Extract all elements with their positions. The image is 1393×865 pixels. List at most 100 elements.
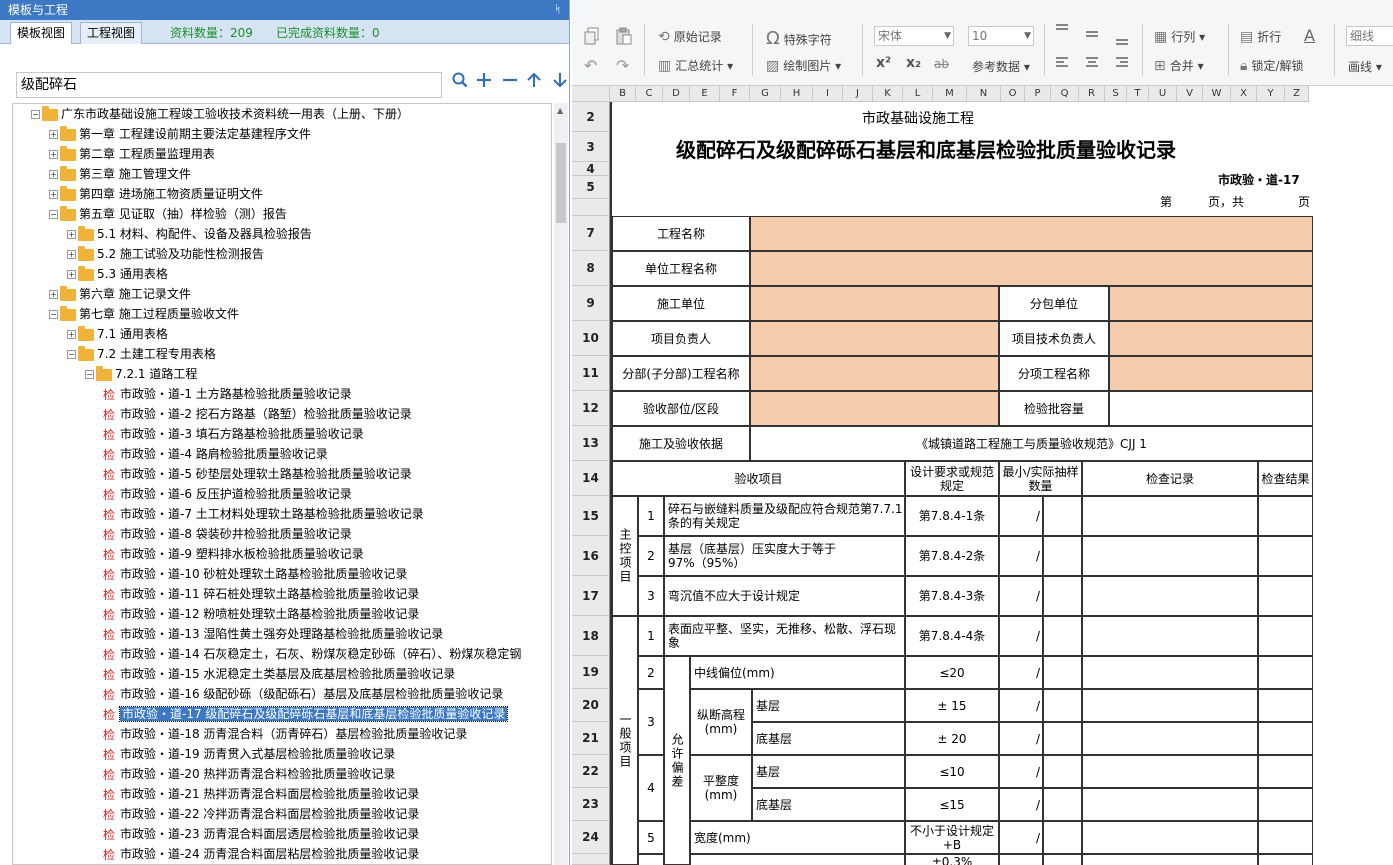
summary-stats-button[interactable]: ▥ 汇总统计 ▾ (658, 57, 733, 74)
column-header[interactable]: N (967, 86, 1001, 102)
tab-project-view[interactable]: 工程视图 (80, 22, 143, 44)
general-item-no[interactable]: 4 (638, 755, 664, 821)
header-result[interactable]: 检查结果 (1258, 461, 1313, 496)
row-header[interactable]: 4 (572, 162, 610, 176)
sample-count-field[interactable]: / (999, 722, 1043, 755)
sheet-corner[interactable] (572, 86, 610, 102)
row-header[interactable]: 23 (572, 788, 610, 821)
arrow-up-icon[interactable] (526, 72, 542, 93)
row-header[interactable]: 10 (572, 321, 610, 356)
check-result-field[interactable] (1258, 496, 1313, 536)
search-icon[interactable] (452, 72, 468, 93)
column-header[interactable]: R (1079, 86, 1105, 102)
row-header[interactable]: 5 (572, 176, 610, 199)
label-batch-capacity[interactable]: 检验批容量 (999, 391, 1109, 426)
tree-item-folder[interactable]: − 7.2 土建工程专用表格 (67, 344, 216, 364)
main-item-desc[interactable]: 碎石与嵌缝料质量及级配应符合规范第7.7.1条的有关规定 (664, 496, 905, 536)
tree-item-form[interactable]: 检市政验・道-8 袋装砂井检验批质量验收记录 (103, 524, 352, 544)
check-record-field[interactable] (1082, 854, 1258, 865)
check-result-field[interactable] (1258, 854, 1313, 865)
column-header[interactable]: T (1127, 86, 1149, 102)
tree-item-folder[interactable]: − 第七章 施工过程质量验收文件 (49, 304, 239, 324)
tree-item-form[interactable]: 检市政验・道-20 热拌沥青混合料检验批质量验收记录 (103, 764, 395, 784)
general-item-spec[interactable]: ± 15 (905, 689, 999, 722)
tree-item-form[interactable]: 检市政验・道-13 湿陷性黄土强夯处理路基检验批质量验收记录 (103, 624, 443, 644)
column-header[interactable]: Z (1285, 86, 1309, 102)
tree-item-form[interactable]: 检市政验・道-5 砂垫层处理软土路基检验批质量验收记录 (103, 464, 412, 484)
general-item-desc[interactable]: 表面应平整、坚实，无推移、松散、浮石现象 (664, 616, 905, 656)
row-header[interactable]: 15 (572, 496, 610, 536)
main-item-no[interactable]: 1 (638, 496, 664, 536)
contractor-field[interactable] (750, 286, 999, 321)
merge-button[interactable]: ⊞ 合并 ▾ (1154, 57, 1204, 74)
column-header[interactable]: G (750, 86, 781, 102)
column-header[interactable]: X (1231, 86, 1257, 102)
align-center-icon[interactable] (1084, 56, 1100, 73)
check-result-field[interactable] (1258, 755, 1313, 788)
expand-icon[interactable]: + (49, 130, 58, 139)
check-record-field[interactable] (1082, 689, 1258, 722)
tree-item-form[interactable]: 检市政验・道-10 砂桩处理软土路基检验批质量验收记录 (103, 564, 407, 584)
align-left-icon[interactable] (1054, 56, 1070, 73)
check-result-field[interactable] (1258, 536, 1313, 576)
column-header[interactable]: L (903, 86, 933, 102)
column-header[interactable]: S (1105, 86, 1127, 102)
sample-count-field[interactable]: / (999, 755, 1043, 788)
tree-item-folder[interactable]: + 第二章 工程质量监理用表 (49, 144, 215, 164)
sample-count-field[interactable] (999, 854, 1043, 865)
column-header[interactable]: D (663, 86, 690, 102)
expand-icon[interactable]: + (67, 230, 76, 239)
sample-actual-field[interactable] (1043, 616, 1082, 656)
main-item-no[interactable]: 3 (638, 576, 664, 616)
location-field[interactable] (750, 391, 999, 426)
check-record-field[interactable] (1082, 722, 1258, 755)
check-result-field[interactable] (1258, 821, 1313, 854)
general-item-no[interactable]: 5 (638, 821, 664, 854)
column-header[interactable]: O (1001, 86, 1025, 102)
label-project-manager[interactable]: 项目负责人 (612, 321, 750, 356)
general-item-no[interactable] (638, 854, 664, 865)
collapse-all-icon[interactable] (502, 72, 518, 93)
special-char-button[interactable]: Ω 特殊字符 (766, 28, 832, 49)
main-items-label[interactable]: 主控项目 (612, 496, 638, 616)
column-header[interactable]: U (1149, 86, 1177, 102)
general-item-no[interactable]: 1 (638, 616, 664, 656)
tree-item-form[interactable]: 检市政验・道-16 级配砂砾（级配砾石）基层及底基层检验批质量验收记录 (103, 684, 503, 704)
check-result-field[interactable] (1258, 689, 1313, 722)
general-item-spec[interactable]: ≤20 (905, 656, 999, 689)
tree-item-folder[interactable]: + 第四章 进场施工物资质量证明文件 (49, 184, 263, 204)
main-item-spec[interactable]: 第7.8.4-2条 (905, 536, 999, 576)
main-item-spec[interactable]: 第7.8.4-1条 (905, 496, 999, 536)
check-result-field[interactable] (1258, 788, 1313, 821)
tree-item-folder[interactable]: +5.3 通用表格 (67, 264, 168, 284)
column-header[interactable]: Q (1051, 86, 1079, 102)
sample-actual-field[interactable] (1043, 755, 1082, 788)
tree-item-folder[interactable]: + 第六章 施工记录文件 (49, 284, 191, 304)
page-total-field[interactable] (1256, 189, 1284, 211)
sample-actual-field[interactable] (1043, 656, 1082, 689)
font-name-select[interactable]: 宋体 ▼ (874, 26, 954, 46)
tree-item-form[interactable]: 检市政验・道-9 塑料排水板检验批质量验收记录 (103, 544, 364, 564)
tree-item-folder[interactable]: +5.1 材料、构配件、设备及器具检验报告 (67, 224, 312, 244)
row-header[interactable]: 2 (572, 102, 610, 132)
batch-capacity-field[interactable] (1109, 391, 1313, 426)
label-subcontractor[interactable]: 分包单位 (999, 286, 1109, 321)
tree-item-form[interactable]: 检市政验・道-12 粉喷桩处理软土路基检验批质量验收记录 (103, 604, 419, 624)
tree-item-form[interactable]: 检市政验・道-24 沥青混合料面层粘层检验批质量验收记录 (103, 844, 419, 864)
redo-icon[interactable]: ↷ (616, 56, 629, 75)
tree-item-form[interactable]: 检市政验・道-17 级配碎石及级配碎砾石基层和底基层检验批质量验收记录 (103, 704, 509, 724)
column-header[interactable]: F (720, 86, 750, 102)
sample-actual-field[interactable] (1043, 788, 1082, 821)
expand-icon[interactable]: + (49, 150, 58, 159)
general-item-desc[interactable] (690, 854, 905, 865)
general-items-label[interactable]: 一般项目 (612, 616, 638, 865)
tree-item-folder[interactable]: +7.1 通用表格 (67, 324, 168, 344)
row-header[interactable]: 19 (572, 656, 610, 689)
check-record-field[interactable] (1082, 821, 1258, 854)
scrollbar-thumb[interactable] (556, 143, 566, 223)
draw-picture-button[interactable]: ▨ 绘制图片 ▾ (766, 57, 841, 74)
row-header[interactable]: 8 (572, 251, 610, 286)
tech-manager-field[interactable] (1109, 321, 1313, 356)
subcontractor-field[interactable] (1109, 286, 1313, 321)
align-right-icon[interactable] (1114, 56, 1130, 73)
